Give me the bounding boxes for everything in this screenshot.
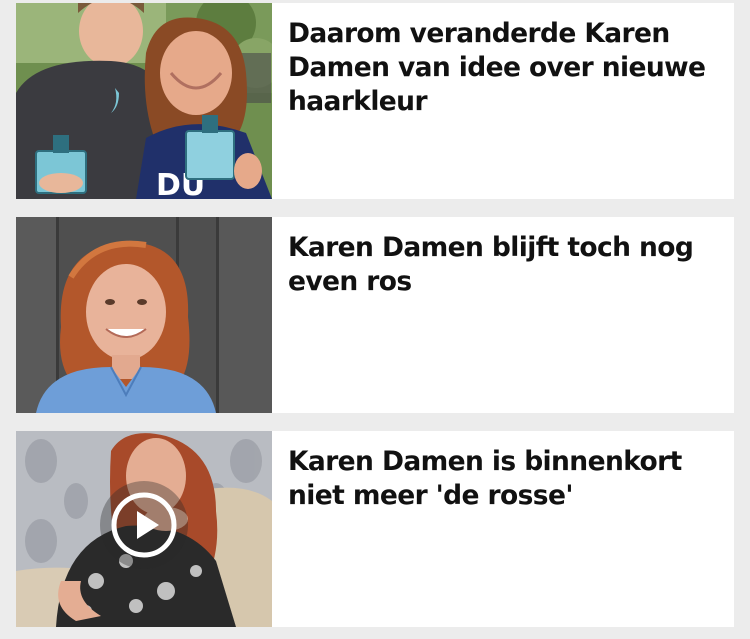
article-headline[interactable]: Karen Damen is binnenkort niet meer 'de …: [288, 445, 724, 513]
play-icon: [111, 492, 177, 558]
article-card[interactable]: Karen Damen blijft toch nog even ros: [16, 217, 734, 413]
article-thumbnail[interactable]: DU: [16, 3, 272, 199]
article-card[interactable]: DU Daarom veranderde Karen Damen van ide…: [16, 3, 734, 199]
article-card[interactable]: Karen Damen is binnenkort niet meer 'de …: [16, 431, 734, 627]
video-play-button[interactable]: [100, 481, 188, 569]
article-thumbnail[interactable]: [16, 431, 272, 627]
article-headline[interactable]: Karen Damen blijft toch nog even ros: [288, 231, 724, 299]
article-list: DU Daarom veranderde Karen Damen van ide…: [0, 0, 750, 639]
article-headline[interactable]: Daarom veranderde Karen Damen van idee o…: [288, 17, 724, 119]
article-thumbnail[interactable]: [16, 217, 272, 413]
